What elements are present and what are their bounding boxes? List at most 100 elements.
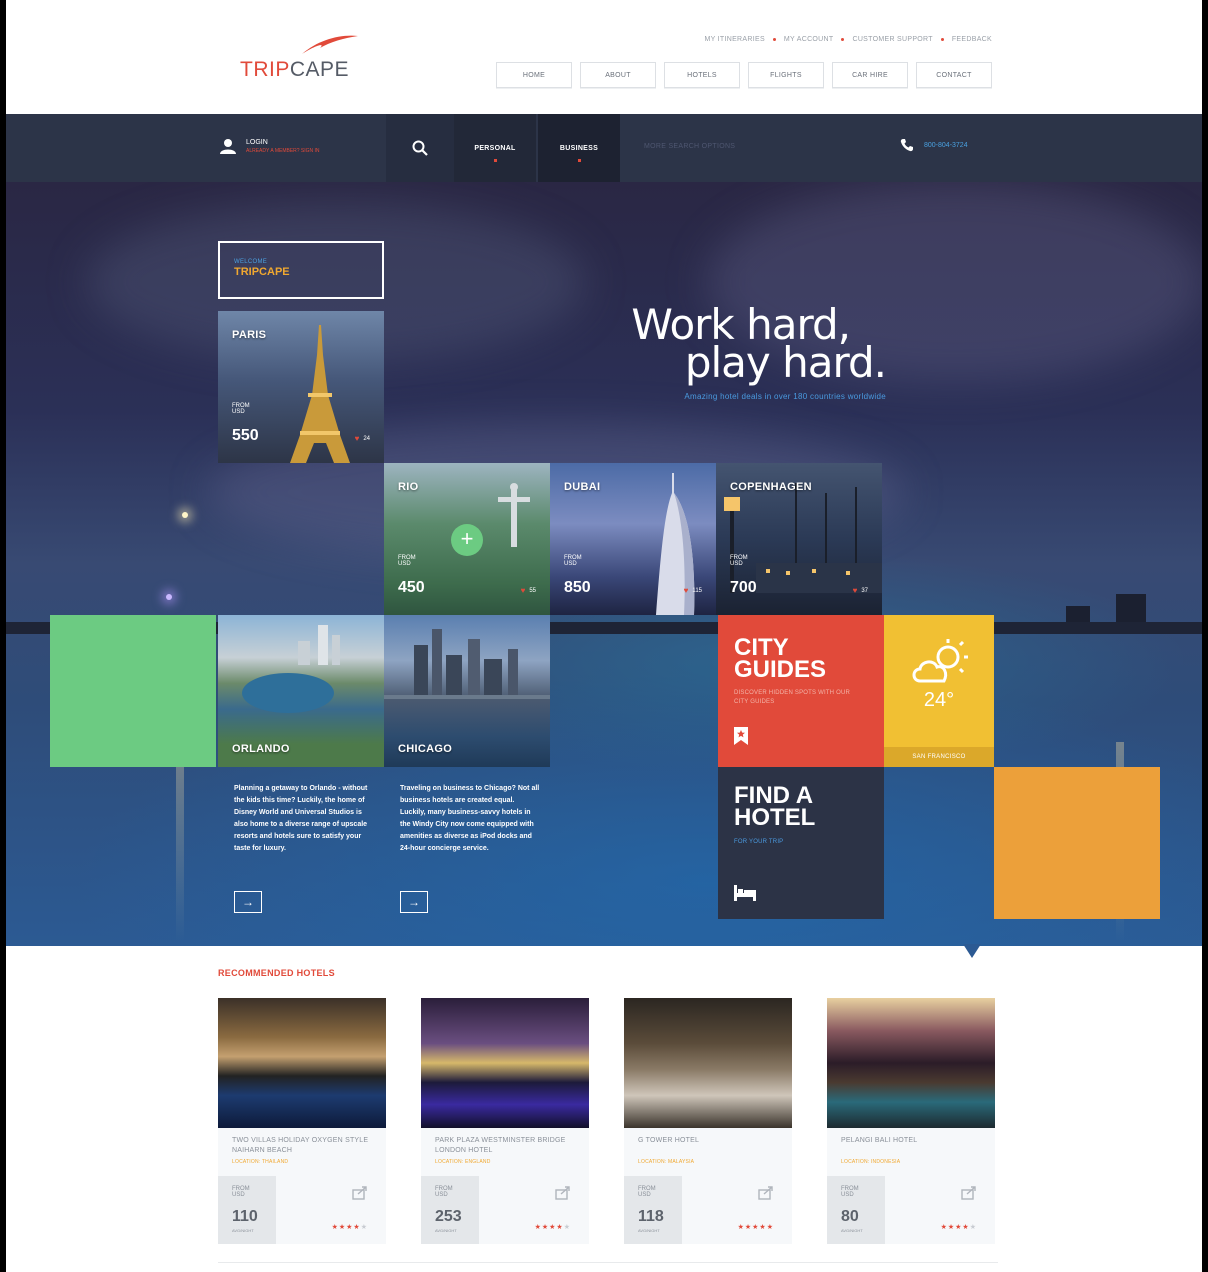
search-button[interactable]	[386, 114, 454, 182]
chicago-description: Traveling on business to Chicago? Not al…	[400, 785, 540, 852]
likes-counter[interactable]: ♥ 115	[684, 586, 702, 595]
heart-icon: ♥	[683, 586, 689, 595]
nav-home[interactable]: HOME	[496, 62, 572, 88]
tab-business[interactable]: BUSINESS	[538, 114, 620, 182]
hotel-location: LOCATION: INDONESIA	[841, 1159, 901, 1165]
share-icon[interactable]	[555, 1186, 571, 1200]
nav-contact[interactable]: CONTACT	[916, 62, 992, 88]
tab-indicator	[578, 159, 581, 162]
chicago-arrow-button[interactable]: →	[400, 891, 428, 913]
price-from-label: FROM USD	[398, 555, 416, 567]
destination-tile-paris[interactable]: PARIS FROM USD 550 ♥ 24	[218, 311, 384, 463]
hotel-card[interactable]: G TOWER HOTEL LOCATION: MALAYSIA FROM USD…	[624, 998, 792, 1244]
heart-icon: ♥	[520, 586, 526, 595]
price-from-label: FROM USD	[232, 1186, 250, 1198]
price-from-label: FROM USD	[232, 403, 250, 415]
hotel-location: LOCATION: MALAYSIA	[638, 1159, 695, 1165]
link-my-itineraries[interactable]: MY ITINERARIES	[704, 36, 764, 43]
login-button[interactable]: LOGIN ALREADY A MEMBER? SIGN IN	[220, 138, 320, 154]
price-per-night: AVG/NIGHT	[232, 1228, 254, 1233]
star-rating: ★★★★★	[534, 1224, 571, 1231]
hotel-price-box: FROM USD 110 AVG/NIGHT	[218, 1176, 276, 1244]
hotel-price-box: FROM USD 253 AVG/NIGHT	[421, 1176, 479, 1244]
price-per-night: AVG/NIGHT	[435, 1228, 457, 1233]
link-customer-support[interactable]: CUSTOMER SUPPORT	[852, 36, 932, 43]
destination-price: 550	[232, 427, 259, 444]
share-icon[interactable]	[961, 1186, 977, 1200]
separator-dot	[772, 38, 776, 41]
more-search-options[interactable]: MORE SEARCH OPTIONS	[644, 143, 735, 150]
destination-tile-dubai[interactable]: DUBAI FROM USD 850 ♥ 115	[550, 463, 716, 615]
welcome-box: WELCOME TRIPCAPE	[218, 241, 384, 299]
street-light	[182, 512, 188, 518]
price-per-night: AVG/NIGHT	[638, 1228, 660, 1233]
green-accent-tile	[50, 615, 216, 767]
nav-about[interactable]: ABOUT	[580, 62, 656, 88]
tab-personal[interactable]: PERSONAL	[454, 114, 536, 182]
headline-subtitle: Amazing hotel deals in over 180 countrie…	[684, 392, 886, 401]
hotel-card[interactable]: TWO VILLAS HOLIDAY OXYGEN STYLE NAIHARN …	[218, 998, 386, 1244]
orange-accent-tile	[994, 767, 1160, 919]
hotel-price-box: FROM USD 80 AVG/NIGHT	[827, 1176, 885, 1244]
likes-counter[interactable]: ♥ 55	[521, 586, 536, 595]
link-my-account[interactable]: MY ACCOUNT	[784, 36, 834, 43]
hotel-card[interactable]: PARK PLAZA WESTMINSTER BRIDGE LONDON HOT…	[421, 998, 589, 1244]
hotel-card[interactable]: PELANGI BALI HOTEL LOCATION: INDONESIA F…	[827, 998, 995, 1244]
separator-dot	[841, 38, 845, 41]
hotel-price: 110	[232, 1208, 258, 1225]
separator-dot	[940, 38, 944, 41]
destination-name: PARIS	[232, 329, 267, 341]
destination-name: CHICAGO	[398, 743, 453, 755]
likes-counter[interactable]: ♥ 24	[355, 434, 370, 443]
hotel-name: G TOWER HOTEL	[638, 1137, 700, 1144]
hotel-price: 118	[638, 1208, 664, 1225]
temperature: 24°	[923, 689, 955, 711]
add-button[interactable]: +	[451, 524, 483, 556]
water-reflection	[176, 742, 184, 942]
recommended-title: RECOMMENDED HOTELS	[218, 968, 335, 978]
share-icon[interactable]	[758, 1186, 774, 1200]
link-feedback[interactable]: FEEDBACK	[952, 36, 992, 43]
hotel-image	[624, 998, 792, 1128]
divider	[218, 1262, 998, 1263]
price-per-night: AVG/NIGHT	[841, 1228, 863, 1233]
logo-text: TRIPCAPE	[240, 58, 350, 81]
headline-line2: play hard.	[684, 338, 887, 387]
destination-tile-rio[interactable]: + RIO FROM USD 450 ♥ 55	[384, 463, 550, 615]
phone-number: 800-804-3724	[924, 141, 968, 149]
city-guides-subtitle: DISCOVER HIDDEN SPOTS WITH OUR CITY GUID…	[734, 690, 851, 705]
hotel-location: LOCATION: THAILAND	[232, 1159, 289, 1165]
destination-tile-chicago[interactable]: CHICAGO	[384, 615, 550, 767]
heart-icon: ♥	[852, 586, 858, 595]
destination-tile-copenhagen[interactable]: COPENHAGEN FROM USD 700 ♥ 37	[716, 463, 882, 615]
find-hotel-tile[interactable]: FIND A HOTEL FOR YOUR TRIP	[718, 767, 884, 919]
destination-name: ORLANDO	[232, 743, 290, 755]
price-from-label: FROM USD	[730, 555, 748, 567]
destination-name: COPENHAGEN	[730, 481, 812, 493]
eiffel-tower-image	[290, 325, 350, 463]
bookmark-icon	[734, 727, 748, 745]
destination-price: 700	[730, 579, 757, 596]
login-sublabel: ALREADY A MEMBER? SIGN IN	[246, 147, 320, 154]
likes-counter[interactable]: ♥ 37	[853, 586, 868, 595]
weather-tile[interactable]: 24° SAN FRANCISCO	[884, 615, 994, 767]
logo[interactable]: TRIPCAPE	[240, 34, 370, 84]
hotel-name: PARK PLAZA WESTMINSTER BRIDGE LONDON HOT…	[435, 1137, 566, 1154]
phone-icon	[900, 139, 913, 152]
destination-price: 450	[398, 579, 425, 596]
city-guides-tile[interactable]: CITY GUIDES DISCOVER HIDDEN SPOTS WITH O…	[718, 615, 884, 767]
bridge-light	[166, 594, 172, 600]
nav-car-hire[interactable]: CAR HIRE	[832, 62, 908, 88]
login-label: LOGIN	[246, 138, 268, 146]
welcome-brand: TRIPCAPE	[234, 266, 290, 278]
nav-flights[interactable]: FLIGHTS	[748, 62, 824, 88]
phone-contact[interactable]: 800-804-3724	[900, 138, 968, 152]
price-from-label: FROM USD	[564, 555, 582, 567]
destination-tile-orlando[interactable]: ORLANDO	[218, 615, 384, 767]
share-icon[interactable]	[352, 1186, 368, 1200]
nav-hotels[interactable]: HOTELS	[664, 62, 740, 88]
swoosh-icon	[302, 35, 358, 54]
orlando-arrow-button[interactable]: →	[234, 891, 262, 913]
user-icon	[220, 139, 236, 154]
top-links: MY ITINERARIES MY ACCOUNT CUSTOMER SUPPO…	[704, 36, 992, 43]
